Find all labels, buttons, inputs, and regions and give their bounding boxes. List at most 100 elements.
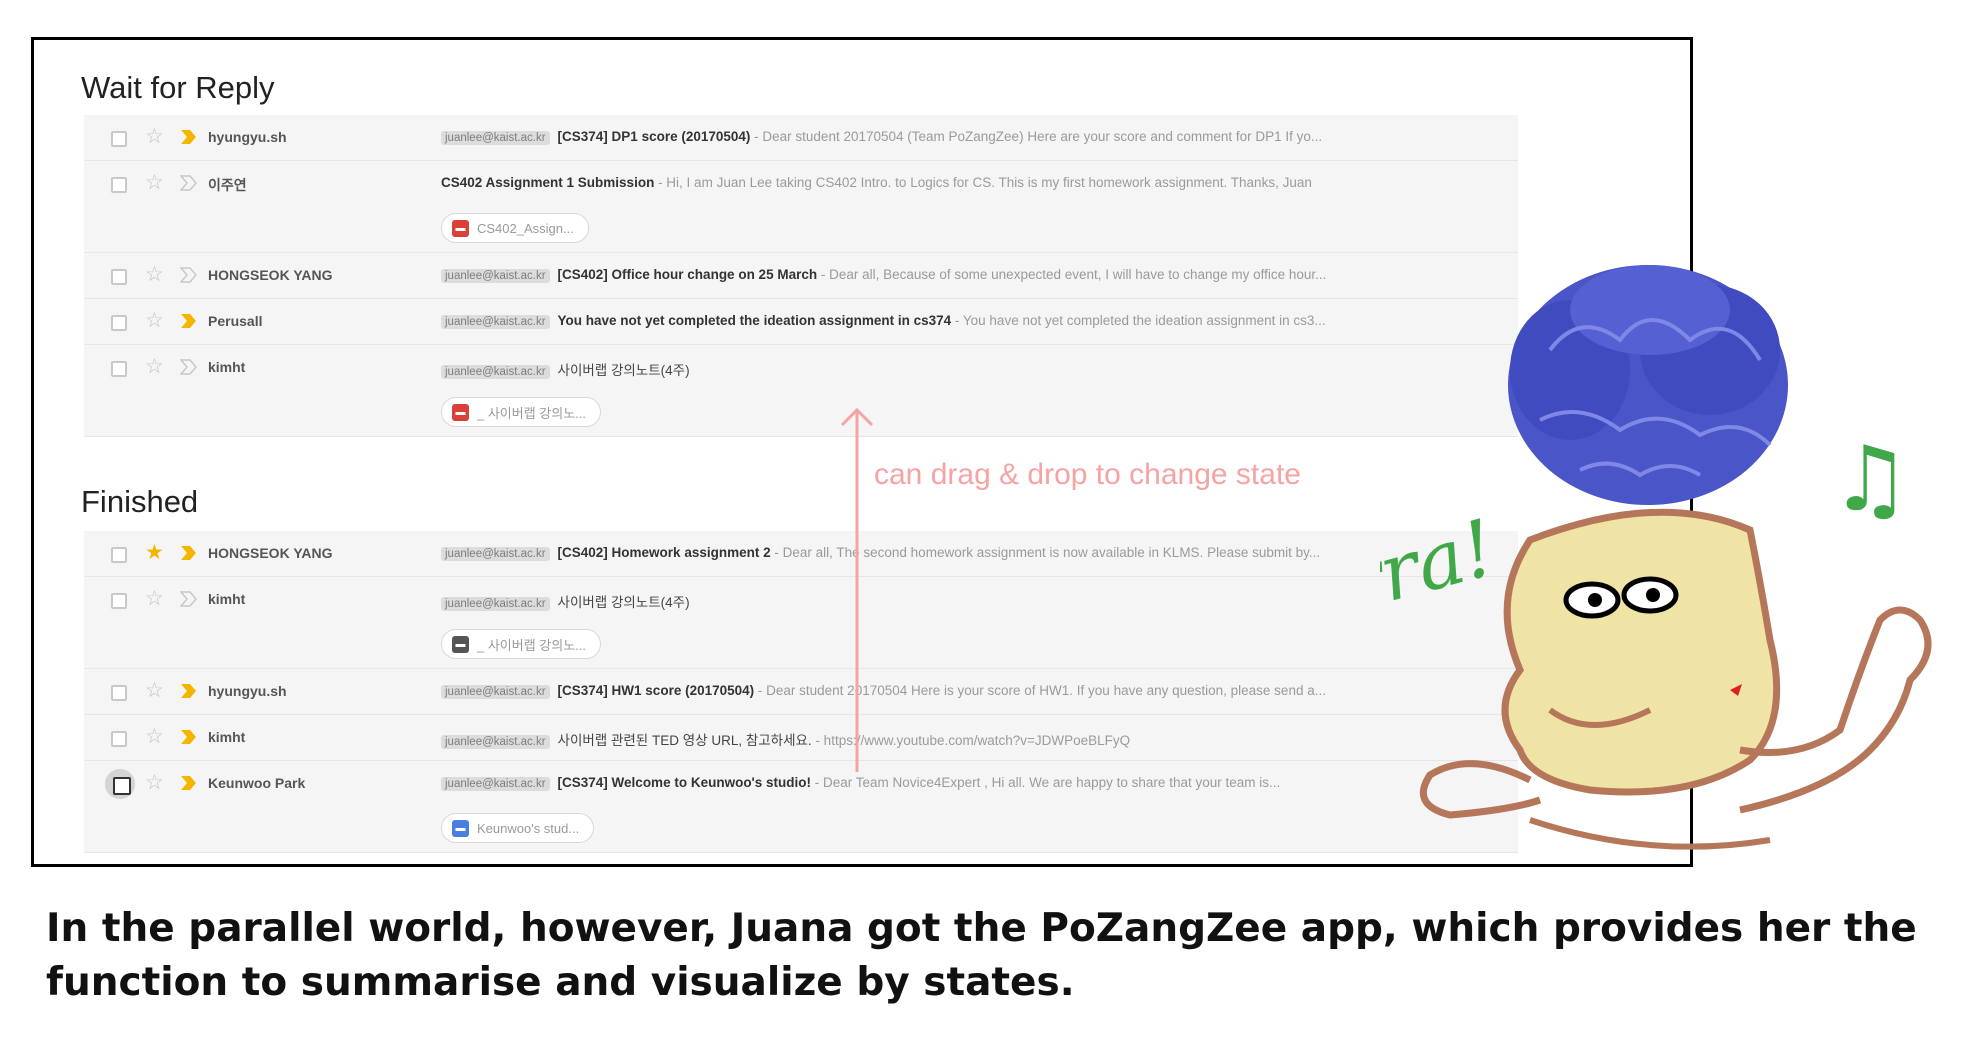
- important-marker-icon[interactable]: [180, 129, 197, 145]
- checkbox-icon[interactable]: [105, 769, 135, 799]
- email-row[interactable]: ☆ kimht juanlee@kaist.ac.kr 사이버랩 강의노트(4주)…: [84, 577, 1518, 669]
- email-snippet: - https://www.youtube.com/watch?v=JDWPoe…: [811, 733, 1131, 748]
- email-snippet: - Dear all, Because of some unexpected e…: [817, 267, 1327, 282]
- doc-file-icon: ▬: [452, 635, 469, 653]
- checkbox-icon[interactable]: [111, 361, 127, 377]
- star-icon[interactable]: ☆: [145, 587, 164, 611]
- email-summary: juanlee@kaist.ac.kr 사이버랩 강의노트(4주): [441, 359, 1510, 379]
- important-marker-icon[interactable]: [180, 313, 197, 329]
- email-row[interactable]: ☆ Keunwoo Park juanlee@kaist.ac.kr [CS374…: [84, 761, 1518, 853]
- checkbox-icon[interactable]: [111, 269, 127, 285]
- pdf-file-icon: ▬: [452, 403, 469, 421]
- email-summary: juanlee@kaist.ac.kr You have not yet comp…: [441, 313, 1510, 329]
- checkbox-icon[interactable]: [111, 593, 127, 609]
- checkbox-icon[interactable]: [111, 547, 127, 563]
- email-snippet: - Dear student 20170504 Here is your sco…: [754, 683, 1326, 698]
- label-tag[interactable]: juanlee@kaist.ac.kr: [441, 365, 550, 379]
- checkbox-icon[interactable]: [111, 177, 127, 193]
- email-subject: 사이버랩 강의노트(4주): [557, 363, 690, 378]
- star-icon[interactable]: ☆: [145, 309, 164, 333]
- star-icon[interactable]: ☆: [145, 125, 164, 149]
- email-subject: [CS374] HW1 score (20170504): [557, 683, 755, 698]
- email-snippet: - Dear all, The second homework assignme…: [770, 545, 1321, 560]
- attachment-chip[interactable]: ▬ CS402_Assign...: [441, 213, 589, 243]
- important-marker-icon[interactable]: [180, 545, 197, 561]
- attachment-name: Keunwoo's stud...: [477, 820, 580, 836]
- email-subject: You have not yet completed the ideation …: [557, 313, 952, 328]
- email-row[interactable]: ★ HONGSEOK YANG juanlee@kaist.ac.kr [CS40…: [84, 531, 1518, 577]
- email-summary: juanlee@kaist.ac.kr [CS374] Welcome to Ke…: [441, 775, 1510, 791]
- star-icon[interactable]: ☆: [145, 355, 164, 379]
- email-summary: juanlee@kaist.ac.kr [CS374] DP1 score (20…: [441, 129, 1510, 145]
- pdf-file-icon: ▬: [452, 219, 469, 237]
- label-tag[interactable]: juanlee@kaist.ac.kr: [441, 777, 550, 791]
- email-sender: hyungyu.sh: [208, 129, 287, 145]
- email-subject: [CS402] Office hour change on 25 March: [557, 267, 818, 282]
- important-marker-icon[interactable]: [180, 359, 197, 375]
- email-sender: Perusall: [208, 313, 263, 329]
- email-subject: [CS374] DP1 score (20170504): [557, 129, 751, 144]
- attachment-name: _ 사이버랩 강의노...: [477, 637, 587, 653]
- important-marker-icon[interactable]: [180, 175, 197, 191]
- checkbox-icon[interactable]: [111, 685, 127, 701]
- star-icon[interactable]: ★: [145, 541, 164, 565]
- celebrating-character-doodle: ¡Hurra! ♫: [1380, 265, 1932, 850]
- checkbox-icon[interactable]: [111, 131, 127, 147]
- important-marker-icon[interactable]: [180, 775, 197, 791]
- important-marker-icon[interactable]: [180, 683, 197, 699]
- section-title-wait-for-reply: Wait for Reply: [81, 70, 275, 105]
- email-sender: HONGSEOK YANG: [208, 267, 333, 283]
- email-sender: HONGSEOK YANG: [208, 545, 333, 561]
- email-row[interactable]: ☆ hyungyu.sh juanlee@kaist.ac.kr [CS374] …: [84, 115, 1518, 161]
- section-title-finished: Finished: [81, 484, 199, 519]
- face-outline: [1501, 508, 1781, 796]
- email-snippet: - Dear student 20170504 (Team PoZangZee)…: [750, 129, 1323, 144]
- important-marker-icon[interactable]: [180, 267, 197, 283]
- star-icon[interactable]: ☆: [145, 725, 164, 749]
- attachment-chip[interactable]: ▬ Keunwoo's stud...: [441, 813, 595, 843]
- caption-text: In the parallel world, however, Juana go…: [46, 906, 1917, 1005]
- email-row[interactable]: ☆ HONGSEOK YANG juanlee@kaist.ac.kr [CS40…: [84, 253, 1518, 299]
- email-sender: kimht: [208, 729, 246, 745]
- email-row[interactable]: ☆ hyungyu.sh juanlee@kaist.ac.kr [CS374] …: [84, 669, 1518, 715]
- star-icon[interactable]: ☆: [145, 171, 164, 195]
- label-tag[interactable]: juanlee@kaist.ac.kr: [441, 547, 550, 561]
- email-subject: 사이버랩 강의노트(4주): [557, 595, 690, 610]
- important-marker-icon[interactable]: [180, 591, 197, 607]
- email-row[interactable]: ☆ kimht juanlee@kaist.ac.kr 사이버랩 강의노트(4주)…: [84, 345, 1518, 437]
- email-summary: CS402 Assignment 1 Submission - Hi, I am…: [441, 175, 1510, 190]
- email-summary: juanlee@kaist.ac.kr [CS374] HW1 score (20…: [441, 683, 1510, 699]
- attachment-name: CS402_Assign...: [477, 220, 574, 236]
- label-tag[interactable]: juanlee@kaist.ac.kr: [441, 315, 550, 329]
- email-row[interactable]: ☆ 이주연 CS402 Assignment 1 Submission - Hi…: [84, 161, 1518, 253]
- label-tag[interactable]: juanlee@kaist.ac.kr: [441, 597, 550, 611]
- drag-hint-label: can drag & drop to change state: [874, 458, 1301, 491]
- email-summary: juanlee@kaist.ac.kr [CS402] Homework assi…: [441, 545, 1510, 561]
- star-icon[interactable]: ☆: [145, 771, 164, 795]
- label-tag[interactable]: juanlee@kaist.ac.kr: [441, 735, 550, 749]
- doc-file-icon: ▬: [452, 819, 469, 837]
- email-summary: juanlee@kaist.ac.kr 사이버랩 관련된 TED 영상 URL, …: [441, 729, 1510, 749]
- email-summary: juanlee@kaist.ac.kr 사이버랩 강의노트(4주): [441, 591, 1510, 611]
- email-sender: kimht: [208, 591, 246, 607]
- attachment-chip[interactable]: ▬ _ 사이버랩 강의노...: [441, 629, 602, 659]
- email-row[interactable]: ☆ kimht juanlee@kaist.ac.kr 사이버랩 관련된 TED …: [84, 715, 1518, 761]
- attachment-chip[interactable]: ▬ _ 사이버랩 강의노...: [441, 397, 602, 427]
- checkbox-icon[interactable]: [111, 315, 127, 331]
- email-row[interactable]: ☆ Perusall juanlee@kaist.ac.kr You have n…: [84, 299, 1518, 345]
- email-subject: [CS402] Homework assignment 2: [557, 545, 771, 560]
- email-snippet: - You have not yet completed the ideatio…: [951, 313, 1326, 328]
- email-sender: hyungyu.sh: [208, 683, 287, 699]
- attachment-name: _ 사이버랩 강의노...: [477, 405, 587, 421]
- label-tag[interactable]: juanlee@kaist.ac.kr: [441, 685, 550, 699]
- label-tag[interactable]: juanlee@kaist.ac.kr: [441, 269, 550, 283]
- email-sender: Keunwoo Park: [208, 775, 306, 791]
- label-tag[interactable]: juanlee@kaist.ac.kr: [441, 131, 550, 145]
- checkbox-icon[interactable]: [111, 731, 127, 747]
- star-icon[interactable]: ☆: [145, 263, 164, 287]
- star-icon[interactable]: ☆: [145, 679, 164, 703]
- email-summary: juanlee@kaist.ac.kr [CS402] Office hour c…: [441, 267, 1510, 283]
- important-marker-icon[interactable]: [180, 729, 197, 745]
- email-subject: 사이버랩 관련된 TED 영상 URL, 참고하세요.: [557, 733, 812, 748]
- email-subject: CS402 Assignment 1 Submission: [441, 175, 655, 190]
